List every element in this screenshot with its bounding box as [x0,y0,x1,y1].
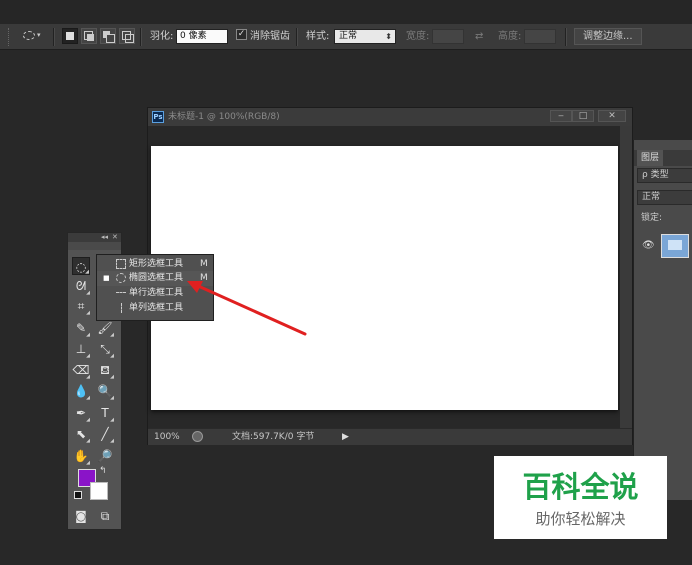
divider [140,28,142,46]
flyout-item-label: 单列选框工具 [129,303,184,313]
document-canvas[interactable] [151,146,618,410]
vertical-scrollbar[interactable] [620,126,632,428]
eye-icon[interactable]: 👁 [642,240,655,251]
collapse-icon[interactable]: ◂◂ [101,233,108,242]
antialias-checkbox[interactable]: ✓ [236,29,247,40]
line-tool[interactable]: ╱ ◢ [96,425,114,444]
chevron-down-icon: ▾ [37,31,41,39]
tab-layers[interactable]: 图层 [637,150,664,166]
flyout-item-label: 椭圆选框工具 [129,273,184,283]
height-label: 高度: [498,31,522,42]
new-selection-button[interactable] [62,28,78,44]
close-icon[interactable]: ✕ [112,233,118,242]
subtract-from-selection-button[interactable] [100,28,116,44]
swap-dimensions-icon[interactable]: ⇄ [475,31,483,43]
refine-edge-button[interactable]: 调整边缘... [574,28,642,45]
flyout-item-single-column-marquee[interactable]: 单列选框工具 [97,301,213,316]
swap-colors-icon[interactable]: ↰ [99,466,107,476]
photoshop-app-icon: Ps [152,111,164,123]
status-menu-arrow-icon[interactable]: ▶ [342,431,349,443]
zoom-tool[interactable]: 🔎 [96,447,114,465]
marquee-tool-flyout: 矩形选框工具 M ■ 椭圆选框工具 M 单行选框工具 单列选框工具 [96,254,214,321]
document-window: Ps 未标题-1 @ 100%(RGB/8) ‒ □ ✕ 100% 文档:597… [147,107,633,445]
tool-preset-picker[interactable]: ▾ [20,28,44,45]
document-size-info: 文档:597.7K/0 字节 [232,432,315,442]
minimize-button[interactable]: ‒ [550,110,572,122]
single-column-marquee-icon [121,303,122,313]
height-input[interactable] [524,29,556,44]
watermark-main-text: 百科全说 [522,470,639,504]
eraser-tool[interactable]: ⌫ ◢ [72,361,90,380]
width-label: 宽度: [406,31,430,42]
close-button[interactable]: ✕ [598,110,626,122]
flyout-item-elliptical-marquee[interactable]: ■ 椭圆选框工具 M [97,271,213,286]
select-arrows-icon: ⬍ [385,32,392,41]
tools-panel-header[interactable]: ◂◂ ✕ [68,233,121,242]
document-title: 未标题-1 @ 100%(RGB/8) [168,112,280,122]
pen-tool[interactable]: ✒ ◢ [72,404,90,423]
default-colors-icon[interactable] [74,491,82,499]
options-bar-grip[interactable] [8,28,13,46]
lasso-tool[interactable]: ᘛ ◢ [72,277,90,296]
document-title-bar[interactable]: Ps 未标题-1 @ 100%(RGB/8) ‒ □ ✕ [148,108,632,127]
status-info-icon[interactable] [192,431,203,442]
quick-mask-icon[interactable]: ◙ [72,507,90,525]
layers-panel: 图层 ρ 类型 正常 锁定: 👁 [633,140,692,500]
intersect-selection-button[interactable] [119,28,135,44]
hand-tool[interactable]: ✋ ◢ [72,447,90,466]
clone-stamp-tool[interactable]: ⊥ ◢ [72,340,90,359]
app-title-strip [0,0,692,24]
single-row-marquee-icon [116,292,126,293]
style-select-value: 正常 [339,31,358,41]
document-status-bar: 100% 文档:597.7K/0 字节 ▶ [148,428,632,445]
divider [565,28,567,46]
style-select[interactable]: 正常 ⬍ [334,29,396,44]
tools-panel-grip[interactable] [68,242,121,250]
feather-input[interactable]: 0 像素 [176,29,228,44]
flyout-item-rectangular-marquee[interactable]: 矩形选框工具 M [97,257,213,272]
type-tool[interactable]: T ◢ [96,404,114,423]
antialias-label: 消除锯齿 [250,31,290,42]
tool-options-bar: ▾ 羽化: 0 像素 ✓ 消除锯齿 样式: 正常 ⬍ 宽度: ⇄ 高度: 调整边… [0,24,692,50]
ellipse-marquee-icon [116,273,126,283]
path-selection-tool[interactable]: ⬉ ◢ [72,425,90,444]
blend-mode-select[interactable]: 正常 [637,190,692,205]
divider [296,28,298,46]
watermark-logo: 百科全说 助你轻松解决 [494,456,667,539]
feather-label: 羽化: [150,31,174,42]
spot-healing-brush-tool[interactable]: ✎ ◢ [72,319,90,338]
flyout-item-label: 单行选框工具 [129,288,184,298]
blur-tool[interactable]: 💧 ◢ [72,382,90,401]
dodge-tool[interactable]: 🔍 ◢ [96,382,114,401]
style-label: 样式: [306,31,330,42]
flyout-item-label: 矩形选框工具 [129,259,184,269]
divider [53,28,55,46]
lock-label: 锁定: [641,213,663,223]
maximize-button[interactable]: □ [572,110,594,122]
flyout-item-single-row-marquee[interactable]: 单行选框工具 [97,286,213,301]
background-color-swatch[interactable] [90,482,108,500]
screen-mode-icon[interactable]: ⧉ [96,507,114,525]
paint-bucket-tool[interactable]: ⛾ ◢ [96,361,114,380]
selected-indicator: ■ [103,274,110,282]
watermark-sub-text: 助你轻松解决 [535,510,626,528]
canvas-area [148,126,632,428]
width-input[interactable] [432,29,464,44]
shortcut-key: M [200,273,208,283]
layer-thumbnail[interactable] [661,234,689,258]
history-brush-tool[interactable]: ⤡ ◢ [96,340,114,359]
shortcut-key: M [200,259,208,269]
zoom-level[interactable]: 100% [154,431,180,443]
layer-kind-filter[interactable]: ρ 类型 [637,168,692,183]
ellipse-marquee-icon [23,31,35,40]
crop-tool[interactable]: ⌗ ◢ [72,297,90,316]
add-to-selection-button[interactable] [81,28,97,44]
marquee-tool[interactable]: ◌ ◢ [72,257,90,275]
rectangle-marquee-icon [116,259,126,269]
brush-tool[interactable]: 🖌 ◢ [96,319,114,338]
